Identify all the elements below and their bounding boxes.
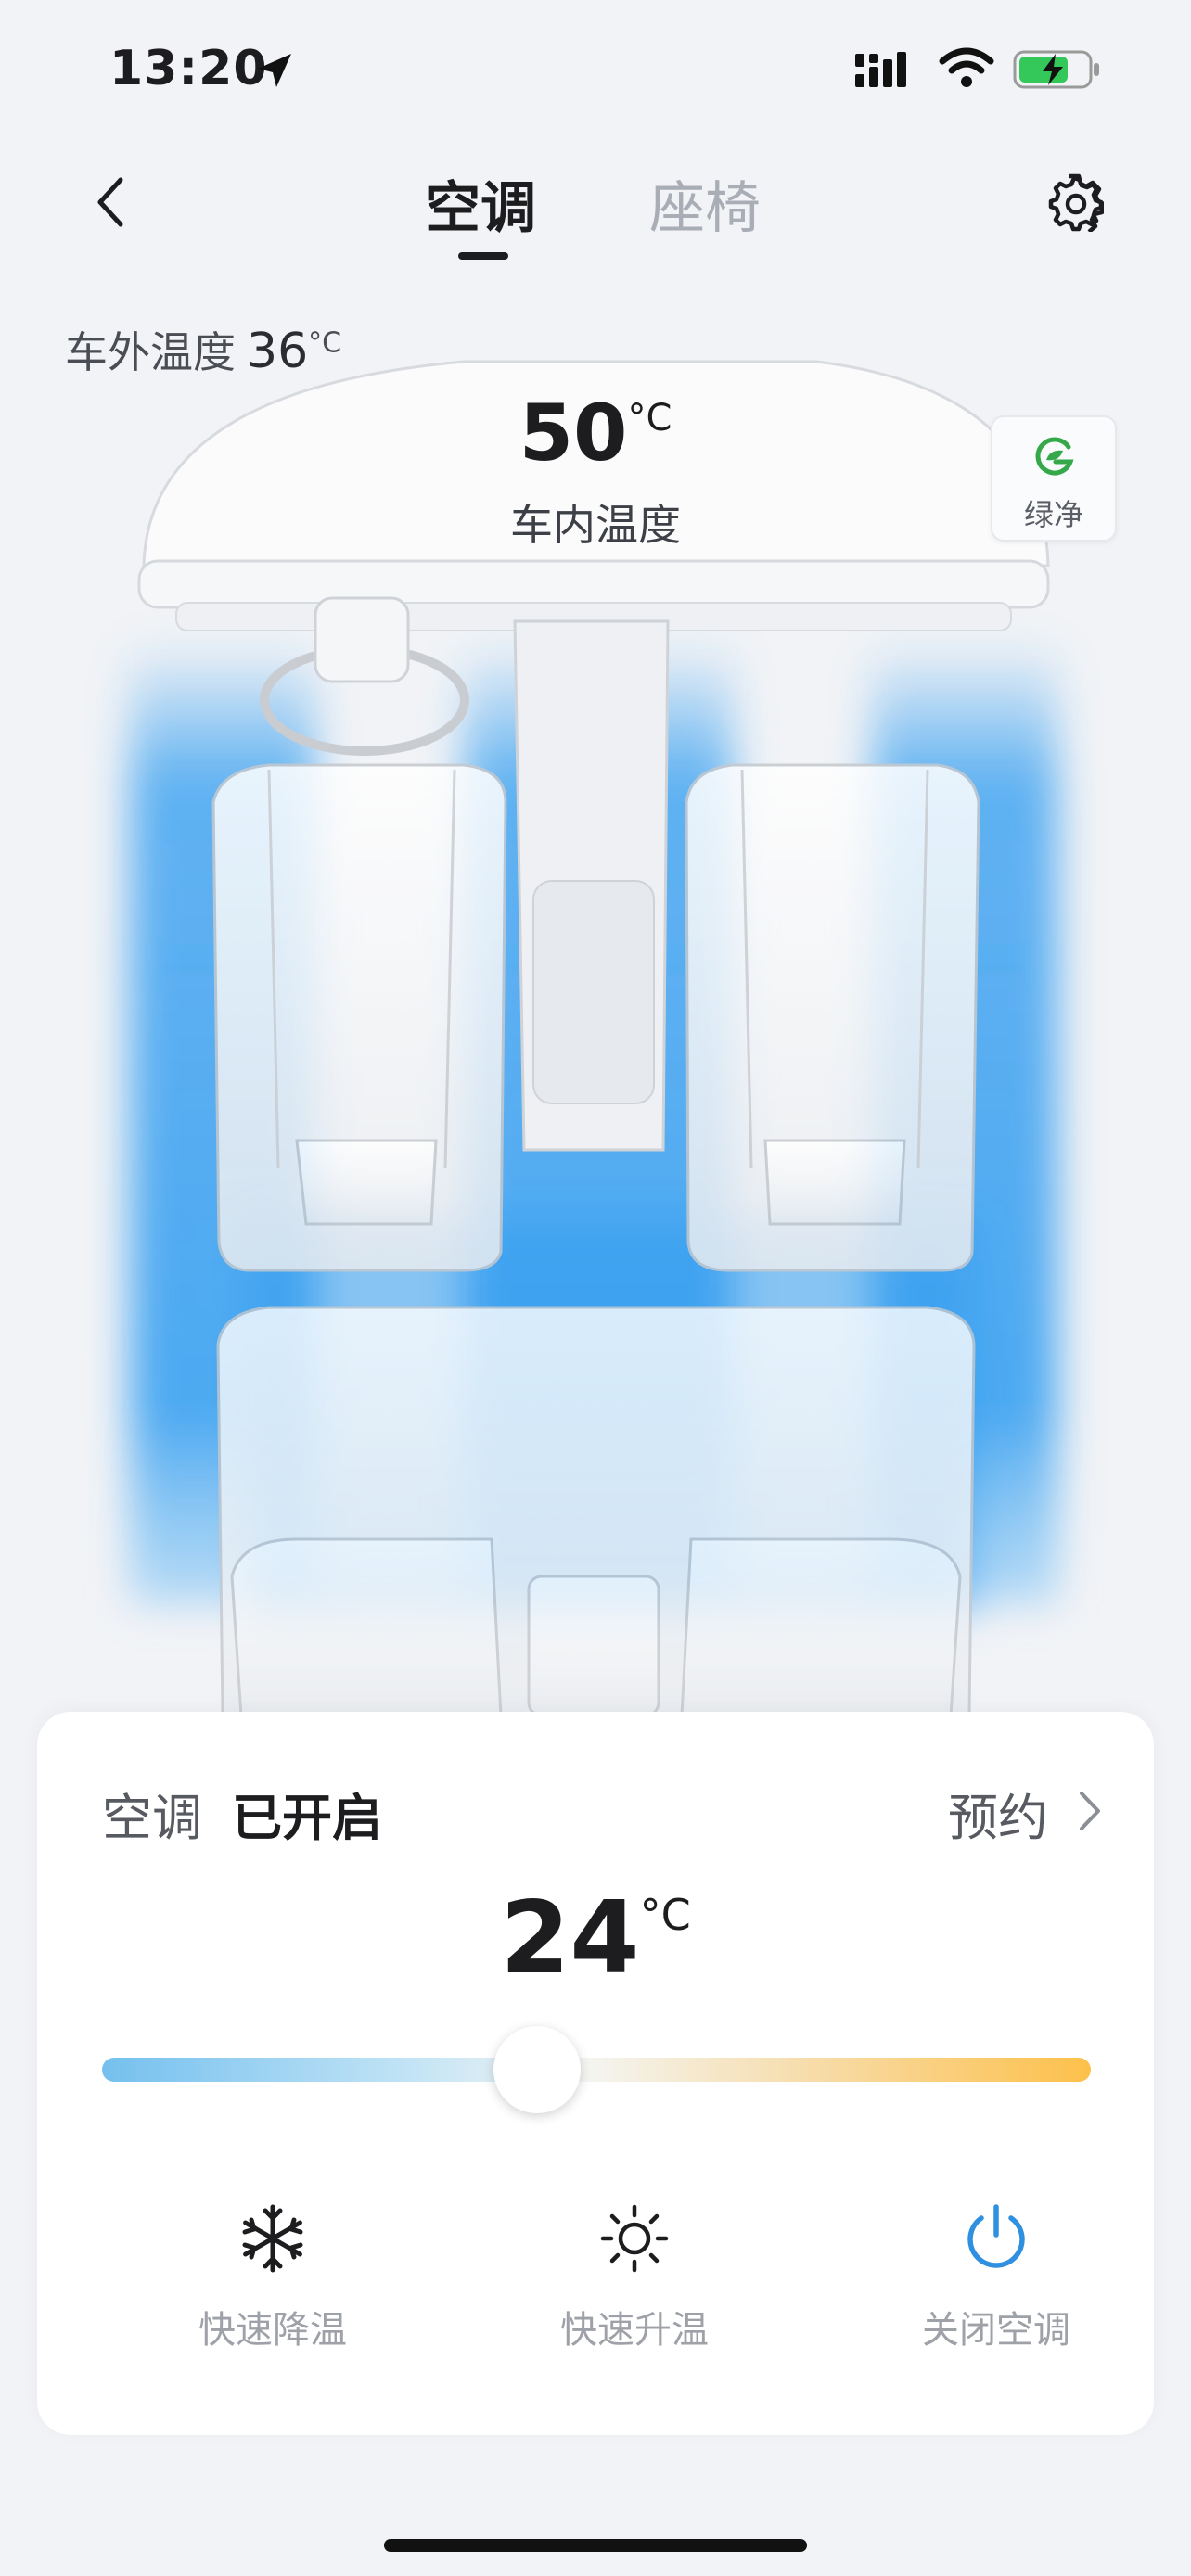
- quick-cool-label: 快速降温: [198, 2309, 347, 2352]
- power-icon: [967, 2204, 1025, 2268]
- set-temperature-unit: °C: [639, 1890, 691, 1940]
- turn-off-ac-label: 关闭空调: [922, 2309, 1070, 2352]
- battery-charging-icon: [1013, 50, 1099, 89]
- ac-control-card: 空调 已开启 预约 24°C 快速降温 快速升温 关闭空调: [37, 1712, 1154, 2435]
- set-temperature: 24°C: [37, 1881, 1154, 1996]
- chevron-right-icon[interactable]: [1074, 1788, 1104, 1834]
- gear-icon[interactable]: [1044, 172, 1104, 232]
- status-time: 13:20: [109, 41, 268, 96]
- inside-temperature-value: 50: [519, 388, 628, 478]
- home-indicator[interactable]: [384, 2539, 807, 2552]
- status-bar: 13:20: [0, 0, 1191, 139]
- quick-heat-button[interactable]: 快速升温: [514, 2203, 755, 2370]
- snowflake-icon: [242, 2204, 303, 2273]
- quick-cool-button[interactable]: 快速降温: [152, 2203, 393, 2370]
- location-arrow-icon: [258, 54, 291, 87]
- ac-status: 已开启: [232, 1789, 382, 1847]
- set-temperature-value: 24: [500, 1881, 640, 1996]
- green-clean-button[interactable]: 绿净: [991, 415, 1117, 542]
- tab-air-conditioning[interactable]: 空调: [425, 163, 536, 244]
- temperature-slider[interactable]: [102, 2058, 1091, 2082]
- wifi-icon: [939, 47, 994, 87]
- inside-temperature-unit: °C: [627, 397, 672, 440]
- tab-seat[interactable]: 座椅: [649, 163, 761, 244]
- schedule-button[interactable]: 预约: [948, 1777, 1048, 1850]
- chevron-left-icon[interactable]: [89, 172, 134, 232]
- turn-off-ac-button[interactable]: 关闭空调: [876, 2203, 1117, 2370]
- leaf-g-icon: [1035, 437, 1074, 476]
- ac-title: 空调: [102, 1789, 202, 1847]
- quick-heat-label: 快速升温: [560, 2309, 709, 2352]
- signal-icon: [855, 52, 906, 87]
- green-clean-label: 绿净: [1023, 497, 1083, 532]
- temperature-slider-thumb[interactable]: [493, 2026, 582, 2113]
- active-tab-indicator: [458, 252, 508, 260]
- sun-icon: [600, 2204, 669, 2273]
